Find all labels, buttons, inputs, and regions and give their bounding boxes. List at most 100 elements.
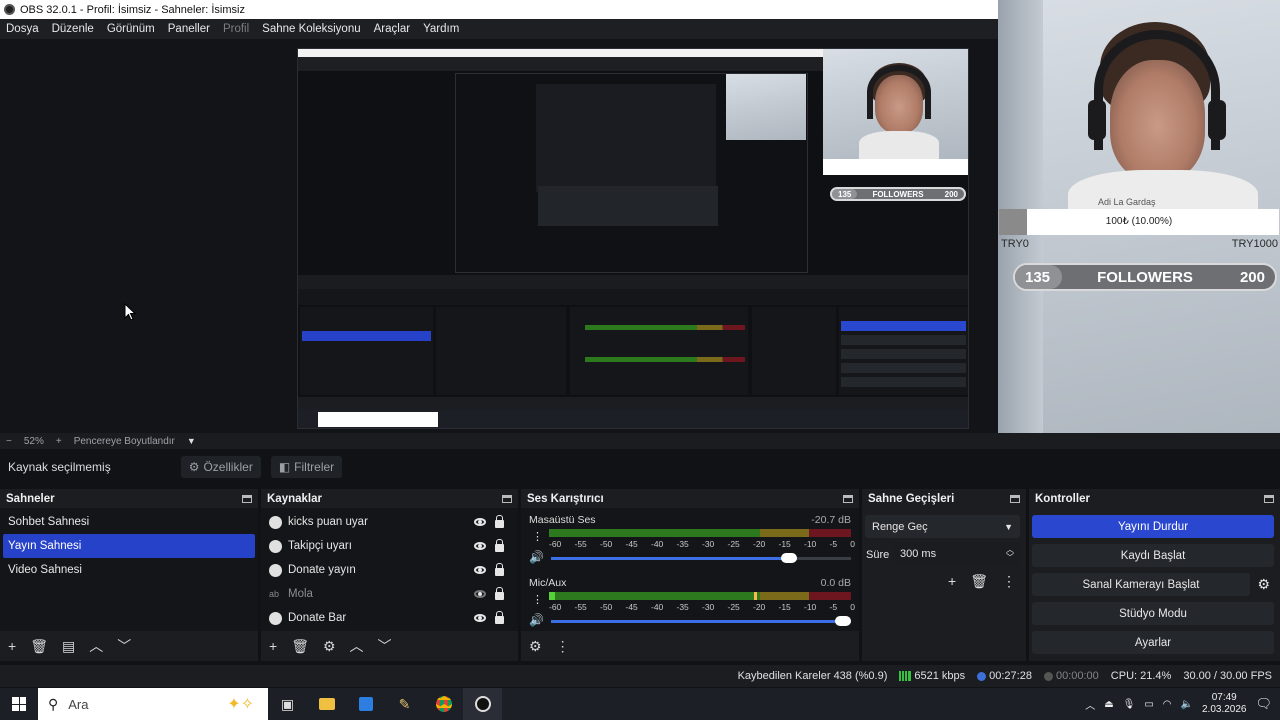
source-item[interactable]: kicks puan uyar [261, 510, 518, 534]
move-up-icon[interactable]: ︿ [350, 636, 364, 656]
menu-sahne-koleksiyonu[interactable]: Sahne Koleksiyonu [262, 23, 360, 35]
usb-icon[interactable]: ⏏ [1104, 699, 1113, 710]
dropped-frames: Kaybedilen Kareler 438 (%0.9) [737, 670, 888, 682]
duration-spinbox[interactable]: 300 ms ︿ ﹀ [894, 543, 1020, 565]
trash-icon[interactable]: 🗑 [30, 638, 48, 655]
app-icon[interactable]: ✎ [385, 688, 424, 720]
volume-icon[interactable]: 🔈 [1181, 699, 1193, 710]
virtual-camera-button[interactable]: Sanal Kamerayı Başlat [1032, 573, 1250, 596]
scenes-dock: Sahneler Sohbet Sahnesi Yayın Sahnesi Vi… [0, 489, 258, 661]
eye-icon[interactable] [474, 542, 486, 550]
donation-goal-bar: 100₺ (10.00%) [999, 209, 1279, 235]
nested-menu-bar [298, 57, 823, 71]
zoom-in-button[interactable]: + [56, 436, 62, 447]
speaker-icon[interactable]: 🔊 [529, 613, 544, 627]
notification-icon[interactable]: 🗨 [1255, 696, 1272, 712]
store-icon[interactable] [346, 688, 385, 720]
mixer-menu-icon[interactable]: ⋮ [556, 638, 570, 655]
microphone-icon[interactable]: 🎙 [1123, 699, 1136, 710]
add-source-icon[interactable]: + [269, 638, 277, 654]
channel-menu-icon[interactable]: ⋮ [532, 530, 543, 543]
menu-yardim[interactable]: Yardım [423, 23, 459, 35]
menu-profil[interactable]: Profil [223, 23, 249, 35]
stop-stream-button[interactable]: Yayını Durdur [1032, 515, 1274, 538]
add-scene-icon[interactable]: + [8, 638, 16, 654]
meter-tick-label: -10 [804, 602, 817, 612]
task-view-icon[interactable]: ▣ [268, 688, 307, 720]
source-toolbar: Kaynak seçilmemiş ⚙ Özellikler ◧ Filtrel… [0, 453, 1280, 481]
undock-icon[interactable] [502, 494, 512, 503]
file-explorer-icon[interactable] [307, 688, 346, 720]
menu-dosya[interactable]: Dosya [6, 23, 39, 35]
eye-icon[interactable] [474, 614, 486, 622]
studio-mode-button[interactable]: Stüdyo Modu [1032, 602, 1274, 625]
followers-goal: 200 [1239, 268, 1265, 286]
eye-icon[interactable] [474, 518, 486, 526]
mixer-settings-icon[interactable]: ⚙ [529, 638, 542, 655]
meter-tick-label: -50 [600, 539, 613, 549]
meter-ticks: -60 -55 -50 -45 -40 -35 -30 -25 -20 -15 -10 -5 0 [549, 539, 855, 549]
start-button[interactable] [0, 697, 38, 711]
channel-menu-icon[interactable]: ⋮ [532, 593, 543, 606]
add-transition-icon[interactable]: + [948, 573, 956, 590]
source-item[interactable]: Takipçi uyarı [261, 534, 518, 558]
lock-icon[interactable] [495, 562, 504, 576]
filters-button[interactable]: ◧ Filtreler [270, 456, 343, 478]
eye-hidden-icon[interactable] [474, 590, 486, 598]
eye-icon[interactable] [474, 566, 486, 574]
title-bar: OBS 32.0.1 - Profil: İsimsiz - Sahneler:… [0, 0, 998, 19]
mixer-channel-mic: Mic/Aux 0.0 dB ⋮ -60 -55 -50 -45 -40 -35 -30 -2… [529, 577, 855, 627]
trash-icon[interactable]: 🗑 [970, 573, 988, 590]
move-up-icon[interactable]: ︿ [89, 636, 103, 656]
settings-button[interactable]: Ayarlar [1032, 631, 1274, 654]
clock[interactable]: 07:49 2.03.2026 [1202, 692, 1247, 716]
wifi-icon[interactable]: ◠ [1163, 699, 1172, 710]
nested-preview [455, 73, 808, 273]
menu-paneller[interactable]: Paneller [168, 23, 210, 35]
status-bar: Kaybedilen Kareler 438 (%0.9) 6521 kbps … [0, 665, 1280, 687]
scene-item-yayin[interactable]: Yayın Sahnesi [3, 534, 255, 558]
lock-icon[interactable] [495, 610, 504, 624]
source-item[interactable]: ab Mola [261, 582, 518, 606]
volume-slider[interactable] [551, 616, 851, 626]
menu-araclar[interactable]: Araçlar [374, 23, 410, 35]
undock-icon[interactable] [1010, 494, 1020, 503]
scene-item-sohbet[interactable]: Sohbet Sahnesi [0, 510, 258, 534]
chevron-up-icon[interactable]: ︿ [1085, 697, 1095, 712]
obs-taskbar-icon[interactable] [463, 688, 502, 720]
meter-tick-label: 0 [850, 602, 855, 612]
scene-item-video[interactable]: Video Sahnesi [0, 558, 258, 582]
lock-icon[interactable] [495, 538, 504, 552]
lock-icon[interactable] [495, 586, 504, 600]
move-down-icon[interactable]: ﹀ [117, 636, 131, 656]
source-item[interactable]: Donate yayın [261, 558, 518, 582]
undock-icon[interactable] [843, 494, 853, 503]
zoom-out-button[interactable]: − [6, 436, 12, 447]
spin-arrows-icon[interactable]: ︿ ﹀ [1006, 546, 1014, 562]
volume-slider[interactable] [551, 553, 851, 563]
gear-icon[interactable]: ⚙ [1257, 576, 1270, 593]
preview-screen[interactable]: 135 FOLLOWERS 200 [297, 48, 969, 429]
transition-menu-icon[interactable]: ⋮ [1002, 573, 1016, 590]
lock-icon[interactable] [495, 514, 504, 528]
source-item[interactable]: Donate Bar [261, 606, 518, 630]
undock-icon[interactable] [1264, 494, 1274, 503]
transition-select[interactable]: Renge Geç ▼ [865, 515, 1020, 538]
source-settings-icon[interactable]: ⚙ [323, 638, 336, 655]
sparkle-icon: ✦✧ [227, 696, 254, 713]
properties-button[interactable]: ⚙ Özellikler [180, 456, 261, 478]
move-down-icon[interactable]: ﹀ [378, 636, 392, 656]
battery-icon[interactable]: ▭ [1144, 699, 1153, 710]
speaker-icon[interactable]: 🔊 [529, 550, 544, 564]
start-record-button[interactable]: Kaydı Başlat [1032, 544, 1274, 567]
trash-icon[interactable]: 🗑 [291, 638, 309, 655]
menu-bar: Dosya Düzenle Görünüm Paneller Profil Sa… [0, 19, 998, 39]
signal-icon [899, 671, 912, 682]
chrome-icon[interactable] [424, 688, 463, 720]
undock-icon[interactable] [242, 494, 252, 503]
resize-dropdown-icon[interactable]: ▼ [187, 436, 196, 446]
menu-duzenle[interactable]: Düzenle [52, 23, 94, 35]
menu-gorunum[interactable]: Görünüm [107, 23, 155, 35]
taskbar-search[interactable]: ⚲ Ara ✦✧ [38, 688, 268, 720]
scene-filters-icon[interactable]: ▤ [62, 638, 75, 655]
